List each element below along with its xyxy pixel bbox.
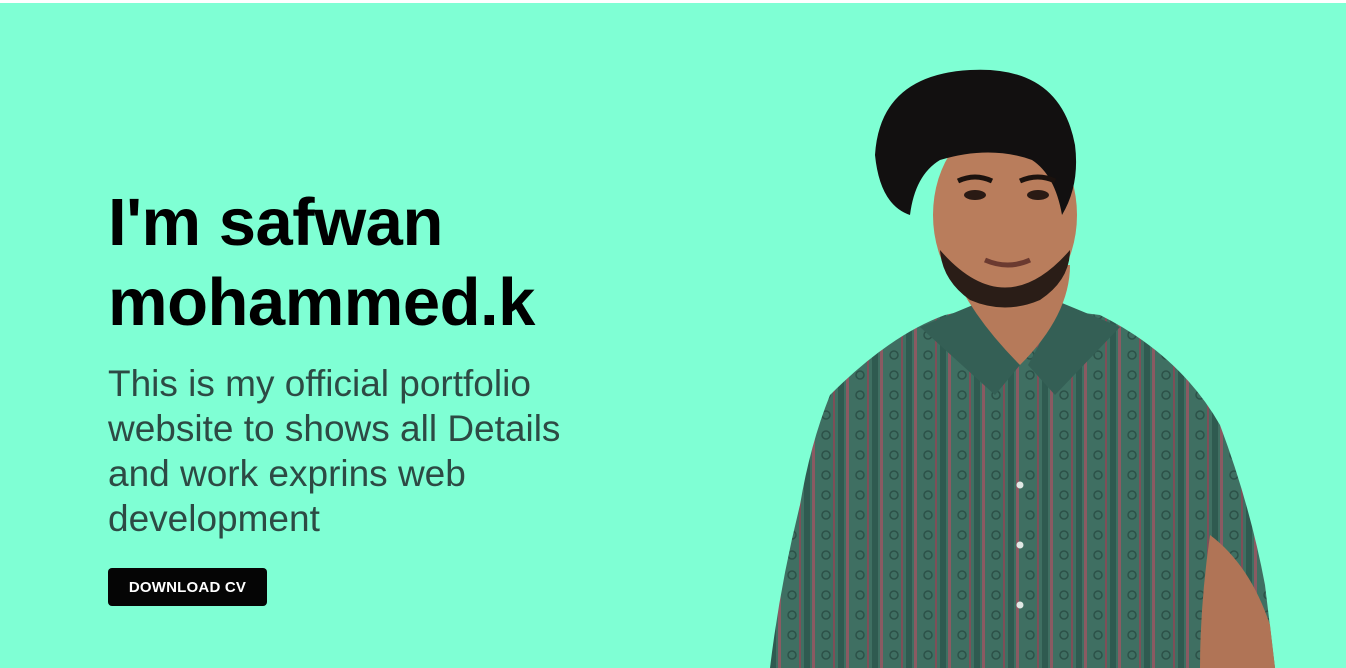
hero-title: I'm safwan mohammed.k [108, 183, 628, 343]
hero-text-block: I'm safwan mohammed.k This is my officia… [108, 183, 628, 541]
hero-section: I'm safwan mohammed.k This is my officia… [0, 3, 1346, 668]
hero-subtitle: This is my official portfolio website to… [108, 363, 561, 539]
download-cv-button[interactable]: DOWNLOAD CV [108, 568, 267, 606]
hero-title-line-2: mohammed.k [108, 265, 535, 340]
portrait-image [770, 65, 1280, 668]
hero-title-line-1: I'm safwan [108, 185, 443, 260]
